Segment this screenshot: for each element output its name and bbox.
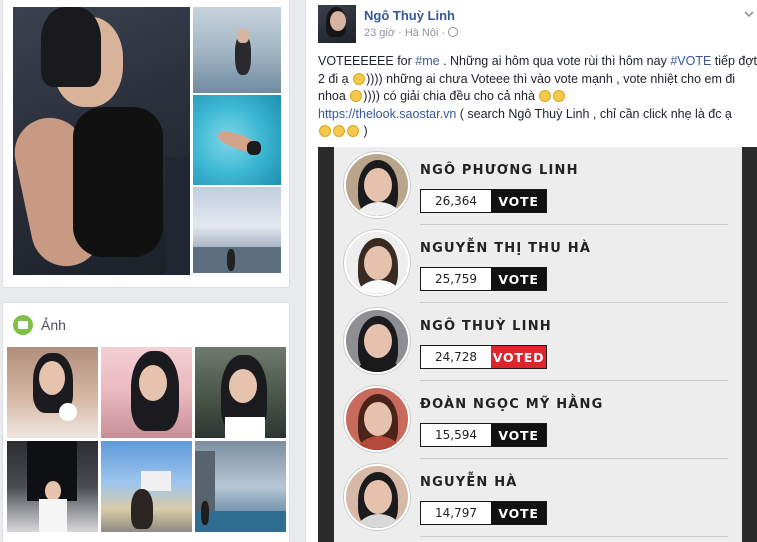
post-card: Ngô Thuỳ Linh 23 giờ · Hà Nội · VOTEEEEE… bbox=[305, 0, 757, 542]
vote-box: 25,759 VOTE bbox=[420, 267, 547, 291]
vote-leaderboard: NGÔ PHƯƠNG LINH 26,364 VOTE NGUYỄN THỊ T… bbox=[334, 147, 742, 542]
post-timestamp[interactable]: 23 giờ · Hà Nội · bbox=[364, 27, 445, 39]
post-text: VOTEEEEEE for #me . Những ai hôm qua vot… bbox=[318, 53, 757, 141]
post-text-part: )))) có giải chia đều cho cả nhà bbox=[363, 89, 539, 103]
post-text-part: ) bbox=[360, 124, 368, 138]
post-link[interactable]: https://thelook.saostar.vn bbox=[318, 107, 456, 121]
contestant-entry: NGUYỄN THỊ THU HÀ 25,759 VOTE bbox=[334, 225, 742, 303]
beach-photo[interactable] bbox=[193, 7, 281, 93]
vote-box: 24,728 VOTED bbox=[420, 345, 547, 369]
vote-count: 15,594 bbox=[421, 424, 491, 446]
vote-count: 26,364 bbox=[421, 190, 491, 212]
hashtag-vote[interactable]: #VOTE bbox=[670, 54, 711, 68]
photo-tile-1[interactable] bbox=[7, 347, 98, 438]
contestant-entry: NGÔ THUỲ LINH 24,728 VOTED bbox=[334, 303, 742, 381]
kiss-emoji-icon bbox=[319, 125, 331, 137]
photos-grid bbox=[7, 347, 286, 532]
photos-section: Ảnh bbox=[2, 302, 290, 542]
vote-button[interactable]: VOTE bbox=[491, 190, 546, 212]
vote-button[interactable]: VOTE bbox=[491, 268, 546, 290]
contestant-entry: NGUYỄN HÀ 14,797 VOTE bbox=[334, 459, 742, 537]
featured-photo[interactable] bbox=[13, 7, 190, 275]
post-text-part: ( search Ngô Thuỳ Linh , chỉ cần click n… bbox=[456, 106, 732, 121]
hashtag-me[interactable]: #me bbox=[415, 54, 439, 68]
contestant-name: ĐOÀN NGỌC MỸ HẰNG bbox=[420, 397, 604, 412]
vote-count: 24,728 bbox=[421, 346, 491, 368]
photo-tile-3[interactable] bbox=[195, 347, 286, 438]
contestant-avatar bbox=[344, 308, 410, 374]
globe-icon bbox=[448, 27, 459, 37]
photos-header[interactable]: Ảnh bbox=[13, 315, 66, 335]
kiss-emoji-icon bbox=[347, 125, 359, 137]
photo-tile-5[interactable] bbox=[101, 441, 192, 532]
post-text-part: VOTEEEEEE for bbox=[318, 54, 416, 68]
photo-tile-4[interactable] bbox=[7, 441, 98, 532]
contestant-avatar bbox=[344, 230, 410, 296]
vote-button[interactable]: VOTE bbox=[491, 424, 546, 446]
vote-screenshot[interactable]: NGÔ PHƯƠNG LINH 26,364 VOTE NGUYỄN THỊ T… bbox=[318, 147, 757, 542]
contestant-avatar bbox=[344, 386, 410, 452]
vote-box: 26,364 VOTE bbox=[420, 189, 547, 213]
smile-emoji-icon bbox=[350, 90, 363, 102]
post-text-part: . Những ai hôm qua vote rùi thì hôm nay bbox=[439, 54, 671, 68]
contestant-entry: ĐOÀN NGỌC MỸ HẰNG 15,594 VOTE bbox=[334, 381, 742, 459]
relieved-emoji-icon bbox=[539, 90, 552, 102]
vote-box: 15,594 VOTE bbox=[420, 423, 547, 447]
smile-emoji-icon bbox=[353, 72, 366, 85]
author-name[interactable]: Ngô Thuỳ Linh bbox=[364, 8, 455, 23]
contestant-name: NGUYỄN HÀ bbox=[420, 475, 518, 490]
contestant-avatar bbox=[344, 464, 410, 530]
vote-button[interactable]: VOTE bbox=[491, 502, 546, 524]
chevron-down-icon[interactable] bbox=[744, 9, 754, 19]
profile-photos-card bbox=[2, 0, 290, 288]
contestant-avatar bbox=[344, 152, 410, 218]
author-avatar[interactable] bbox=[318, 5, 356, 43]
vote-box: 14,797 VOTE bbox=[420, 501, 547, 525]
photo-tile-2[interactable] bbox=[101, 347, 192, 438]
contestant-entry: NGÔ PHƯƠNG LINH 26,364 VOTE bbox=[334, 147, 742, 225]
laughing-emoji-icon bbox=[553, 90, 566, 102]
pool-photo[interactable] bbox=[193, 95, 281, 185]
post-meta: 23 giờ · Hà Nội · bbox=[364, 27, 459, 39]
kiss-emoji-icon bbox=[333, 125, 345, 137]
contestant-name: NGÔ THUỲ LINH bbox=[420, 319, 552, 334]
vote-count: 14,797 bbox=[421, 502, 491, 524]
coast-photo[interactable] bbox=[193, 187, 281, 273]
vote-count: 25,759 bbox=[421, 268, 491, 290]
contestant-name: NGÔ PHƯƠNG LINH bbox=[420, 163, 579, 178]
photo-tile-6[interactable] bbox=[195, 441, 286, 532]
photos-title[interactable]: Ảnh bbox=[41, 317, 66, 333]
contestant-name: NGUYỄN THỊ THU HÀ bbox=[420, 241, 592, 256]
voted-button[interactable]: VOTED bbox=[491, 346, 546, 368]
photo-icon bbox=[13, 315, 33, 335]
